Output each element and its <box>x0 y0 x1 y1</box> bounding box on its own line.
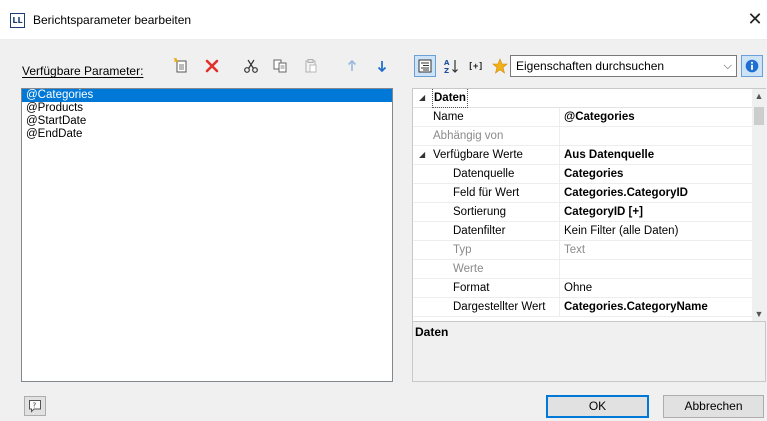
categorized-view-button[interactable] <box>414 55 436 77</box>
move-up-button[interactable] <box>341 55 363 77</box>
paste-button[interactable] <box>300 55 322 77</box>
close-button[interactable]: ✕ <box>744 9 766 31</box>
property-row-abhaengig[interactable]: Abhängig von <box>413 127 752 146</box>
available-parameters-label: Verfügbare Parameter: <box>22 64 144 78</box>
property-row-datenfilter[interactable]: Datenfilter Kein Filter (alle Daten) <box>413 222 752 241</box>
list-item[interactable]: @EndDate <box>22 128 392 141</box>
app-icon: LL <box>10 13 25 28</box>
info-button[interactable] <box>741 55 763 77</box>
cancel-button[interactable]: Abbrechen <box>663 395 764 418</box>
move-down-button[interactable] <box>371 55 393 77</box>
list-item[interactable]: @Products <box>22 102 392 115</box>
property-row-typ[interactable]: Typ Text <box>413 241 752 260</box>
arrow-down-icon <box>377 61 387 73</box>
property-description: Daten <box>413 321 765 381</box>
property-row-feld[interactable]: Feld für Wert Categories.CategoryID <box>413 184 752 203</box>
paste-icon <box>305 59 317 73</box>
ok-button[interactable]: OK <box>546 395 649 418</box>
svg-text:[+]: [+] <box>468 62 483 72</box>
property-panel: ◢ Daten Name @Categories Abhängig von ◢ … <box>412 88 766 382</box>
property-row-sortierung[interactable]: Sortierung CategoryID [+] <box>413 203 752 222</box>
cut-button[interactable] <box>240 55 262 77</box>
delete-button[interactable] <box>201 55 223 77</box>
scroll-down-icon[interactable]: ▼ <box>752 309 766 319</box>
help-button[interactable]: ? <box>24 396 46 416</box>
list-item[interactable]: @StartDate <box>22 115 392 128</box>
property-row-dargestellter-wert[interactable]: Dargestellter Wert Categories.CategoryNa… <box>413 298 752 317</box>
collapse-arrow-icon[interactable]: ◢ <box>419 146 425 164</box>
sort-az-icon: A Z <box>444 59 458 74</box>
scissors-icon <box>244 59 258 73</box>
categorized-icon <box>418 59 432 73</box>
sort-alphabetical-button[interactable]: A Z <box>440 55 462 77</box>
arrow-up-icon <box>347 59 357 71</box>
property-scrollbar[interactable]: ▲ ▼ <box>752 89 766 321</box>
scroll-up-icon[interactable]: ▲ <box>752 91 766 101</box>
property-row-datenquelle[interactable]: Datenquelle Categories <box>413 165 752 184</box>
list-item[interactable]: @Categories <box>22 89 392 102</box>
scrollbar-thumb[interactable] <box>754 107 764 125</box>
property-row-verfuegbare-werte[interactable]: ◢ Verfügbare Werte Aus Datenquelle <box>413 146 752 165</box>
delete-icon <box>205 59 219 73</box>
window-title: Berichtsparameter bearbeiten <box>33 13 192 27</box>
svg-text:?: ? <box>33 402 37 410</box>
new-parameter-button[interactable] <box>170 55 192 77</box>
property-row-name[interactable]: Name @Categories <box>413 108 752 127</box>
new-item-icon <box>173 58 187 73</box>
description-title: Daten <box>415 325 449 339</box>
info-icon <box>745 59 759 73</box>
expand-all-button[interactable]: [+] <box>467 55 489 77</box>
help-icon: ? <box>29 400 41 413</box>
expand-brackets-icon: [+] <box>468 62 483 72</box>
parameter-list[interactable]: @Categories @Products @StartDate @EndDat… <box>21 88 393 382</box>
svg-text:A: A <box>444 59 450 67</box>
category-label: Daten <box>432 89 468 108</box>
favorites-button[interactable] <box>489 55 511 77</box>
property-grid[interactable]: ◢ Daten Name @Categories Abhängig von ◢ … <box>413 89 752 321</box>
copy-button[interactable] <box>269 55 291 77</box>
property-row-werte[interactable]: Werte <box>413 260 752 279</box>
chevron-down-icon[interactable]: ⌵ <box>724 56 732 76</box>
property-row-format[interactable]: Format Ohne <box>413 279 752 298</box>
collapse-arrow-icon[interactable]: ◢ <box>419 89 425 107</box>
category-row-daten[interactable]: ◢ Daten <box>413 89 752 108</box>
title-bar: LL Berichtsparameter bearbeiten ✕ <box>0 0 767 40</box>
property-search-input[interactable]: Eigenschaften durchsuchen ⌵ <box>510 55 737 77</box>
copy-icon <box>273 59 287 73</box>
star-icon <box>492 58 508 74</box>
svg-text:Z: Z <box>444 67 449 74</box>
